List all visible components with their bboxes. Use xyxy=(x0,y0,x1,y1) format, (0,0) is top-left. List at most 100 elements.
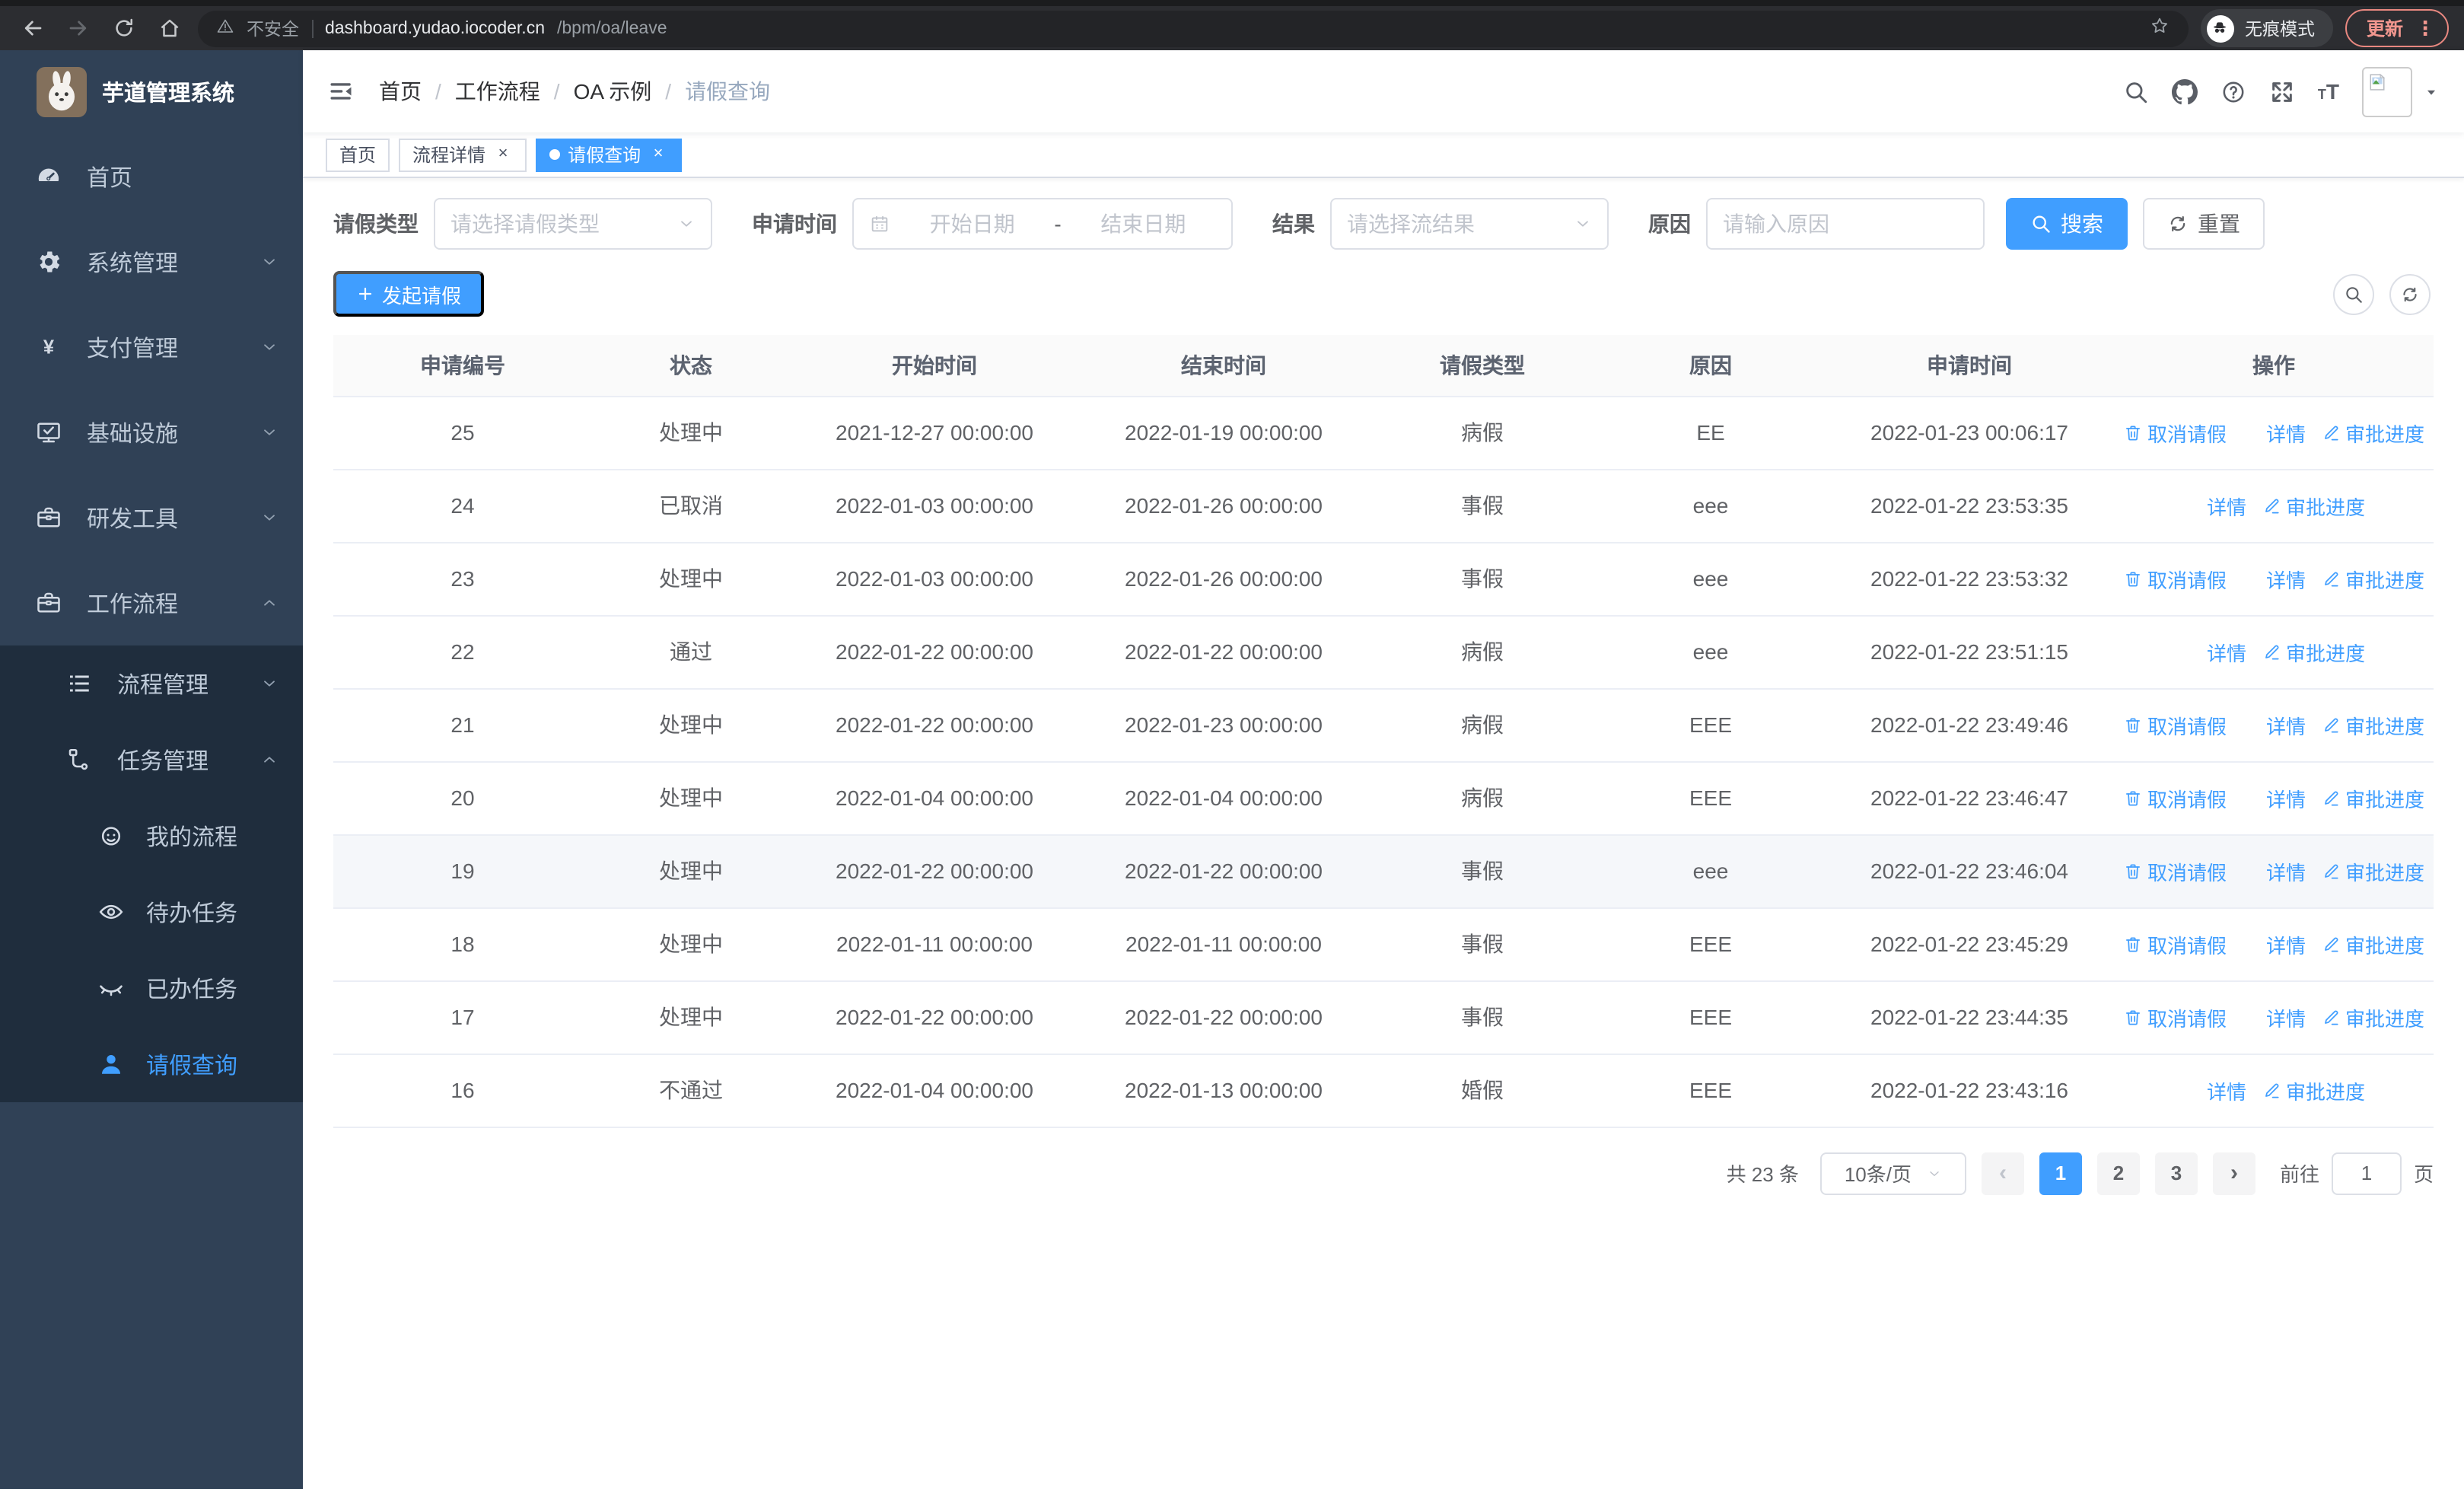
cell-leave-type: 病假 xyxy=(1368,615,1597,689)
sidebar-item-process-mgmt[interactable]: 流程管理 xyxy=(0,645,303,722)
action-progress-link[interactable]: 审批进度 xyxy=(2262,637,2365,666)
action-cancel-link[interactable]: 取消请假 xyxy=(2123,710,2227,739)
breadcrumb-separator: / xyxy=(435,79,441,104)
home-icon[interactable] xyxy=(152,11,186,45)
table-row[interactable]: 16 不通过 2022-01-04 00:00:00 2022-01-13 00:00… xyxy=(333,1054,2434,1127)
table-row[interactable]: 19 处理中 2022-01-22 00:00:00 2022-01-22 00:00… xyxy=(333,834,2434,908)
refresh-table-button[interactable] xyxy=(2389,273,2431,314)
page-button-2[interactable]: 2 xyxy=(2096,1152,2140,1194)
table-row[interactable]: 23 处理中 2022-01-03 00:00:00 2022-01-26 00:00… xyxy=(333,542,2434,616)
font-size-icon[interactable]: TT xyxy=(2318,81,2339,102)
breadcrumb-oa-example[interactable]: OA 示例 xyxy=(574,76,652,107)
action-progress-link[interactable]: 审批进度 xyxy=(2321,929,2424,958)
action-detail-link[interactable]: 详情 xyxy=(2242,710,2306,739)
search-icon[interactable] xyxy=(2123,78,2149,104)
cell-actions: 取消请假 详情 审批进度 xyxy=(2114,688,2434,762)
reason-input[interactable] xyxy=(1706,198,1985,250)
apply-time-range-picker[interactable]: 开始日期 - 结束日期 xyxy=(852,198,1233,250)
action-progress-link[interactable]: 审批进度 xyxy=(2321,418,2424,447)
sidebar-item-my-process[interactable]: 我的流程 xyxy=(0,798,303,874)
action-detail-link[interactable]: 详情 xyxy=(2242,783,2306,812)
cancel-icon xyxy=(2123,569,2143,588)
reload-icon[interactable] xyxy=(107,11,140,45)
sidebar-item-workflow[interactable]: 工作流程 xyxy=(0,560,303,645)
progress-icon xyxy=(2262,1080,2281,1100)
user-avatar-menu[interactable] xyxy=(2362,66,2440,116)
reset-button[interactable]: 重置 xyxy=(2143,198,2265,250)
page-button-1[interactable]: 1 xyxy=(2039,1152,2082,1194)
table-toolbar: 发起请假 xyxy=(333,271,2434,317)
sidebar-collapse-icon[interactable] xyxy=(327,78,355,105)
app-logo-row[interactable]: 芋道管理系统 xyxy=(0,50,303,134)
sidebar-item-system[interactable]: 系统管理 xyxy=(0,219,303,304)
table-row[interactable]: 21 处理中 2022-01-22 00:00:00 2022-01-23 00:00… xyxy=(333,688,2434,762)
action-progress-link[interactable]: 审批进度 xyxy=(2321,856,2424,885)
table-row[interactable]: 24 已取消 2022-01-03 00:00:00 2022-01-26 00:00… xyxy=(333,469,2434,543)
table-row[interactable]: 17 处理中 2022-01-22 00:00:00 2022-01-22 00:00… xyxy=(333,980,2434,1054)
help-icon[interactable] xyxy=(2220,78,2246,104)
sidebar-item-home[interactable]: 首页 xyxy=(0,134,303,219)
table-row[interactable]: 20 处理中 2022-01-04 00:00:00 2022-01-04 00:00… xyxy=(333,761,2434,835)
action-detail-link[interactable]: 详情 xyxy=(2242,564,2306,593)
table-row[interactable]: 25 处理中 2021-12-27 00:00:00 2022-01-19 00:00… xyxy=(333,396,2434,470)
sidebar-item-task-mgmt[interactable]: 任务管理 xyxy=(0,722,303,798)
leave-type-select[interactable]: 请选择请假类型 xyxy=(434,198,712,250)
cell-start-time: 2022-01-11 00:00:00 xyxy=(790,907,1079,981)
action-detail-link[interactable]: 详情 xyxy=(2182,637,2246,666)
cell-status: 通过 xyxy=(592,615,790,689)
sidebar-item-todo-tasks[interactable]: 待办任务 xyxy=(0,874,303,950)
cell-actions: 取消请假 详情 审批进度 xyxy=(2114,761,2434,835)
page-button-3[interactable]: 3 xyxy=(2154,1152,2198,1194)
action-cancel-link[interactable]: 取消请假 xyxy=(2123,856,2227,885)
kebab-menu-icon[interactable]: ⋮ xyxy=(2415,18,2435,38)
sidebar-item-done-tasks[interactable]: 已办任务 xyxy=(0,950,303,1026)
action-detail-link[interactable]: 详情 xyxy=(2182,1076,2246,1105)
back-arrow-icon[interactable] xyxy=(15,11,49,45)
tab-process-detail[interactable]: 流程详情 × xyxy=(399,138,527,171)
action-detail-link[interactable]: 详情 xyxy=(2242,1003,2306,1031)
action-cancel-link[interactable]: 取消请假 xyxy=(2123,1003,2227,1031)
action-detail-link[interactable]: 详情 xyxy=(2242,856,2306,885)
cell-start-time: 2022-01-22 00:00:00 xyxy=(790,980,1079,1054)
action-detail-link[interactable]: 详情 xyxy=(2242,929,2306,958)
close-icon[interactable]: × xyxy=(648,145,668,164)
action-cancel-link[interactable]: 取消请假 xyxy=(2123,564,2227,593)
create-leave-button[interactable]: 发起请假 xyxy=(333,271,485,317)
next-page-button[interactable]: › xyxy=(2212,1152,2255,1194)
page-size-select[interactable]: 10条/页 xyxy=(1819,1152,1966,1194)
action-detail-link[interactable]: 详情 xyxy=(2182,491,2246,520)
table-row[interactable]: 22 通过 2022-01-22 00:00:00 2022-01-22 00:00:… xyxy=(333,615,2434,689)
action-progress-link[interactable]: 审批进度 xyxy=(2262,491,2365,520)
action-progress-link[interactable]: 审批进度 xyxy=(2262,1076,2365,1105)
sidebar-item-payment[interactable]: 支付管理 xyxy=(0,304,303,390)
bookmark-star-icon[interactable] xyxy=(2149,15,2170,41)
action-progress-link[interactable]: 审批进度 xyxy=(2321,564,2424,593)
jump-page-input[interactable] xyxy=(2331,1152,2402,1194)
close-icon[interactable]: × xyxy=(493,145,513,164)
breadcrumb-workflow[interactable]: 工作流程 xyxy=(455,76,540,107)
action-detail-link[interactable]: 详情 xyxy=(2242,418,2306,447)
cell-leave-type: 病假 xyxy=(1368,761,1597,835)
action-cancel-link[interactable]: 取消请假 xyxy=(2123,418,2227,447)
action-cancel-link[interactable]: 取消请假 xyxy=(2123,783,2227,812)
result-select[interactable]: 请选择流结果 xyxy=(1330,198,1609,250)
action-progress-link[interactable]: 审批进度 xyxy=(2321,710,2424,739)
tab-leave-query[interactable]: 请假查询 × xyxy=(536,138,683,171)
sidebar-item-leave-query[interactable]: 请假查询 xyxy=(0,1026,303,1102)
action-cancel-link[interactable]: 取消请假 xyxy=(2123,929,2227,958)
github-icon[interactable] xyxy=(2172,78,2198,104)
browser-update-button[interactable]: 更新 ⋮ xyxy=(2345,9,2449,47)
action-progress-link[interactable]: 审批进度 xyxy=(2321,783,2424,812)
tab-home[interactable]: 首页 xyxy=(326,138,390,171)
breadcrumb-home[interactable]: 首页 xyxy=(379,76,422,107)
prev-page-button[interactable]: ‹ xyxy=(1981,1152,2024,1194)
sidebar-item-devtools[interactable]: 研发工具 xyxy=(0,475,303,560)
table-row[interactable]: 18 处理中 2022-01-11 00:00:00 2022-01-11 00:00… xyxy=(333,907,2434,981)
forward-arrow-icon[interactable] xyxy=(61,11,94,45)
hide-search-button[interactable] xyxy=(2333,273,2374,314)
action-progress-link[interactable]: 审批进度 xyxy=(2321,1003,2424,1031)
sidebar-item-infra[interactable]: 基础设施 xyxy=(0,390,303,475)
fullscreen-icon[interactable] xyxy=(2269,78,2295,104)
search-button[interactable]: 搜索 xyxy=(2006,198,2128,250)
address-bar[interactable]: 不安全 dashboard.yudao.iocoder.cn/bpm/oa/le… xyxy=(198,10,2189,46)
